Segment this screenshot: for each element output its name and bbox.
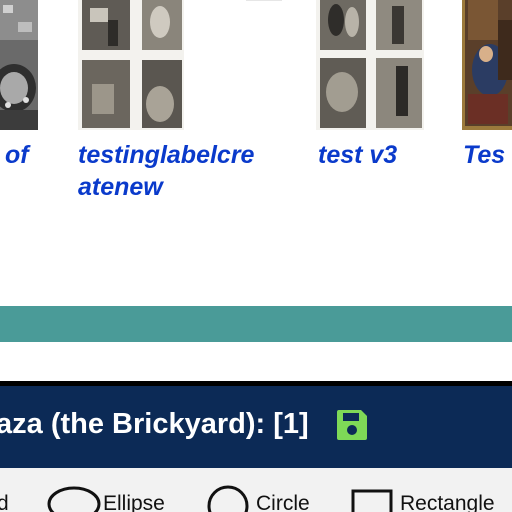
annotation-panel-header: aza (the Brickyard): [1] [0,386,512,468]
thumbnail-painting[interactable] [462,0,512,130]
floppy-disk-icon[interactable] [335,408,369,442]
gallery-caption-2-line2[interactable]: atenew [78,171,163,203]
ellipse-icon [47,486,101,512]
tool-freehand-label[interactable]: d [0,492,9,512]
thumbnail-print-grid-2[interactable] [316,0,424,130]
tool-rectangle-label[interactable]: Rectangle [400,492,495,512]
section-divider-band [0,306,512,342]
gallery-caption-1[interactable]: of [5,139,29,171]
gallery-caption-2-line1[interactable]: testinglabelcre [78,139,254,171]
tool-circle-label[interactable]: Circle [256,492,310,512]
gallery-caption-3[interactable]: test v3 [318,139,397,171]
tool-ellipse-label[interactable]: Ellipse [103,492,165,512]
thumbnail-aerial-photo[interactable] [0,0,38,130]
drawing-tools-bar: d Ellipse Circle Rectangle [0,468,512,512]
rectangle-icon [351,489,393,512]
circle-icon [207,485,249,512]
annotation-panel-title: aza (the Brickyard): [1] [0,408,309,440]
divider-line [246,0,282,1]
thumbnail-print-grid-1[interactable] [78,0,184,130]
gallery-caption-4[interactable]: Tes [463,139,505,171]
